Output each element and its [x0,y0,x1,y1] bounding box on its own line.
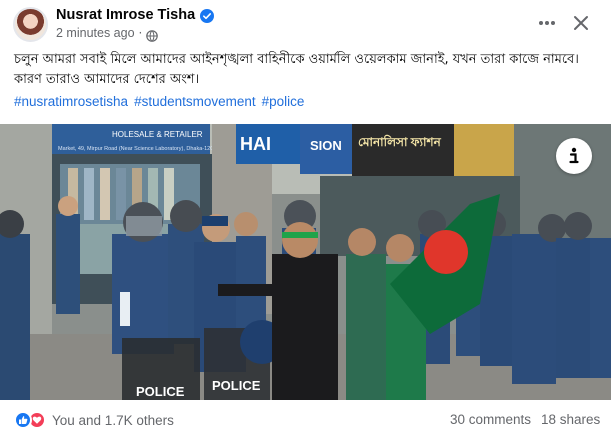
photo-scene: HOLESALE & RETAILER Market, 49, Mirpur R… [0,124,611,400]
post-timestamp[interactable]: 2 minutes ago [56,26,135,40]
reactions-summary[interactable]: You and 1.7K others [14,411,174,429]
photo-sign-text: Market, 49, Mirpur Road (Near Science La… [58,146,216,152]
verified-badge-icon [200,8,215,23]
water-bottle [120,292,130,326]
hashtag-link[interactable]: #nusratimrosetisha [14,94,128,109]
info-icon [569,147,579,164]
author-row: Nusrat Imrose Tisha [56,7,215,23]
hashtag-link[interactable]: #police [262,94,305,109]
author-name[interactable]: Nusrat Imrose Tisha [56,7,195,23]
hashtag-link[interactable]: #studentsmovement [134,94,256,109]
like-reaction-icon [14,411,32,429]
store-sign-yellow [454,124,514,184]
reactions-text: You and 1.7K others [52,412,174,428]
store-sign-monalisa [352,124,454,176]
hashtag-list: #nusratimrosetisha #studentsmovement #po… [14,94,304,109]
author-avatar[interactable] [13,7,48,42]
globe-icon [146,27,159,42]
post-photo[interactable]: HOLESALE & RETAILER Market, 49, Mirpur R… [0,124,611,400]
photo-sign-text: HOLESALE & RETAILER [112,130,203,139]
more-options-button[interactable] [532,10,562,36]
post-body-text: চলুন আমরা সবাই মিলে আমাদের আইনশৃঙ্খলা বা… [14,52,579,87]
photo-sign-text: SION [310,138,342,153]
close-icon [574,16,588,30]
info-button[interactable] [556,138,592,174]
photo-sign-text: POLICE [136,384,185,399]
post-meta: 2 minutes ago · [56,26,159,42]
meta-separator: · [138,26,143,40]
post-footer: You and 1.7K others 30 comments 18 share… [0,400,611,436]
post-header: Nusrat Imrose Tisha 2 minutes ago · [0,0,611,44]
photo-sign-text: মোনালিসা ফ্যাশন [358,134,442,149]
close-button[interactable] [566,8,596,38]
photo-sign-text: POLICE [212,378,261,393]
more-options-icon [539,21,555,25]
photo-sign-text: HAI [240,134,271,154]
shares-count[interactable]: 18 shares [541,412,600,427]
comments-count[interactable]: 30 comments [450,412,531,427]
